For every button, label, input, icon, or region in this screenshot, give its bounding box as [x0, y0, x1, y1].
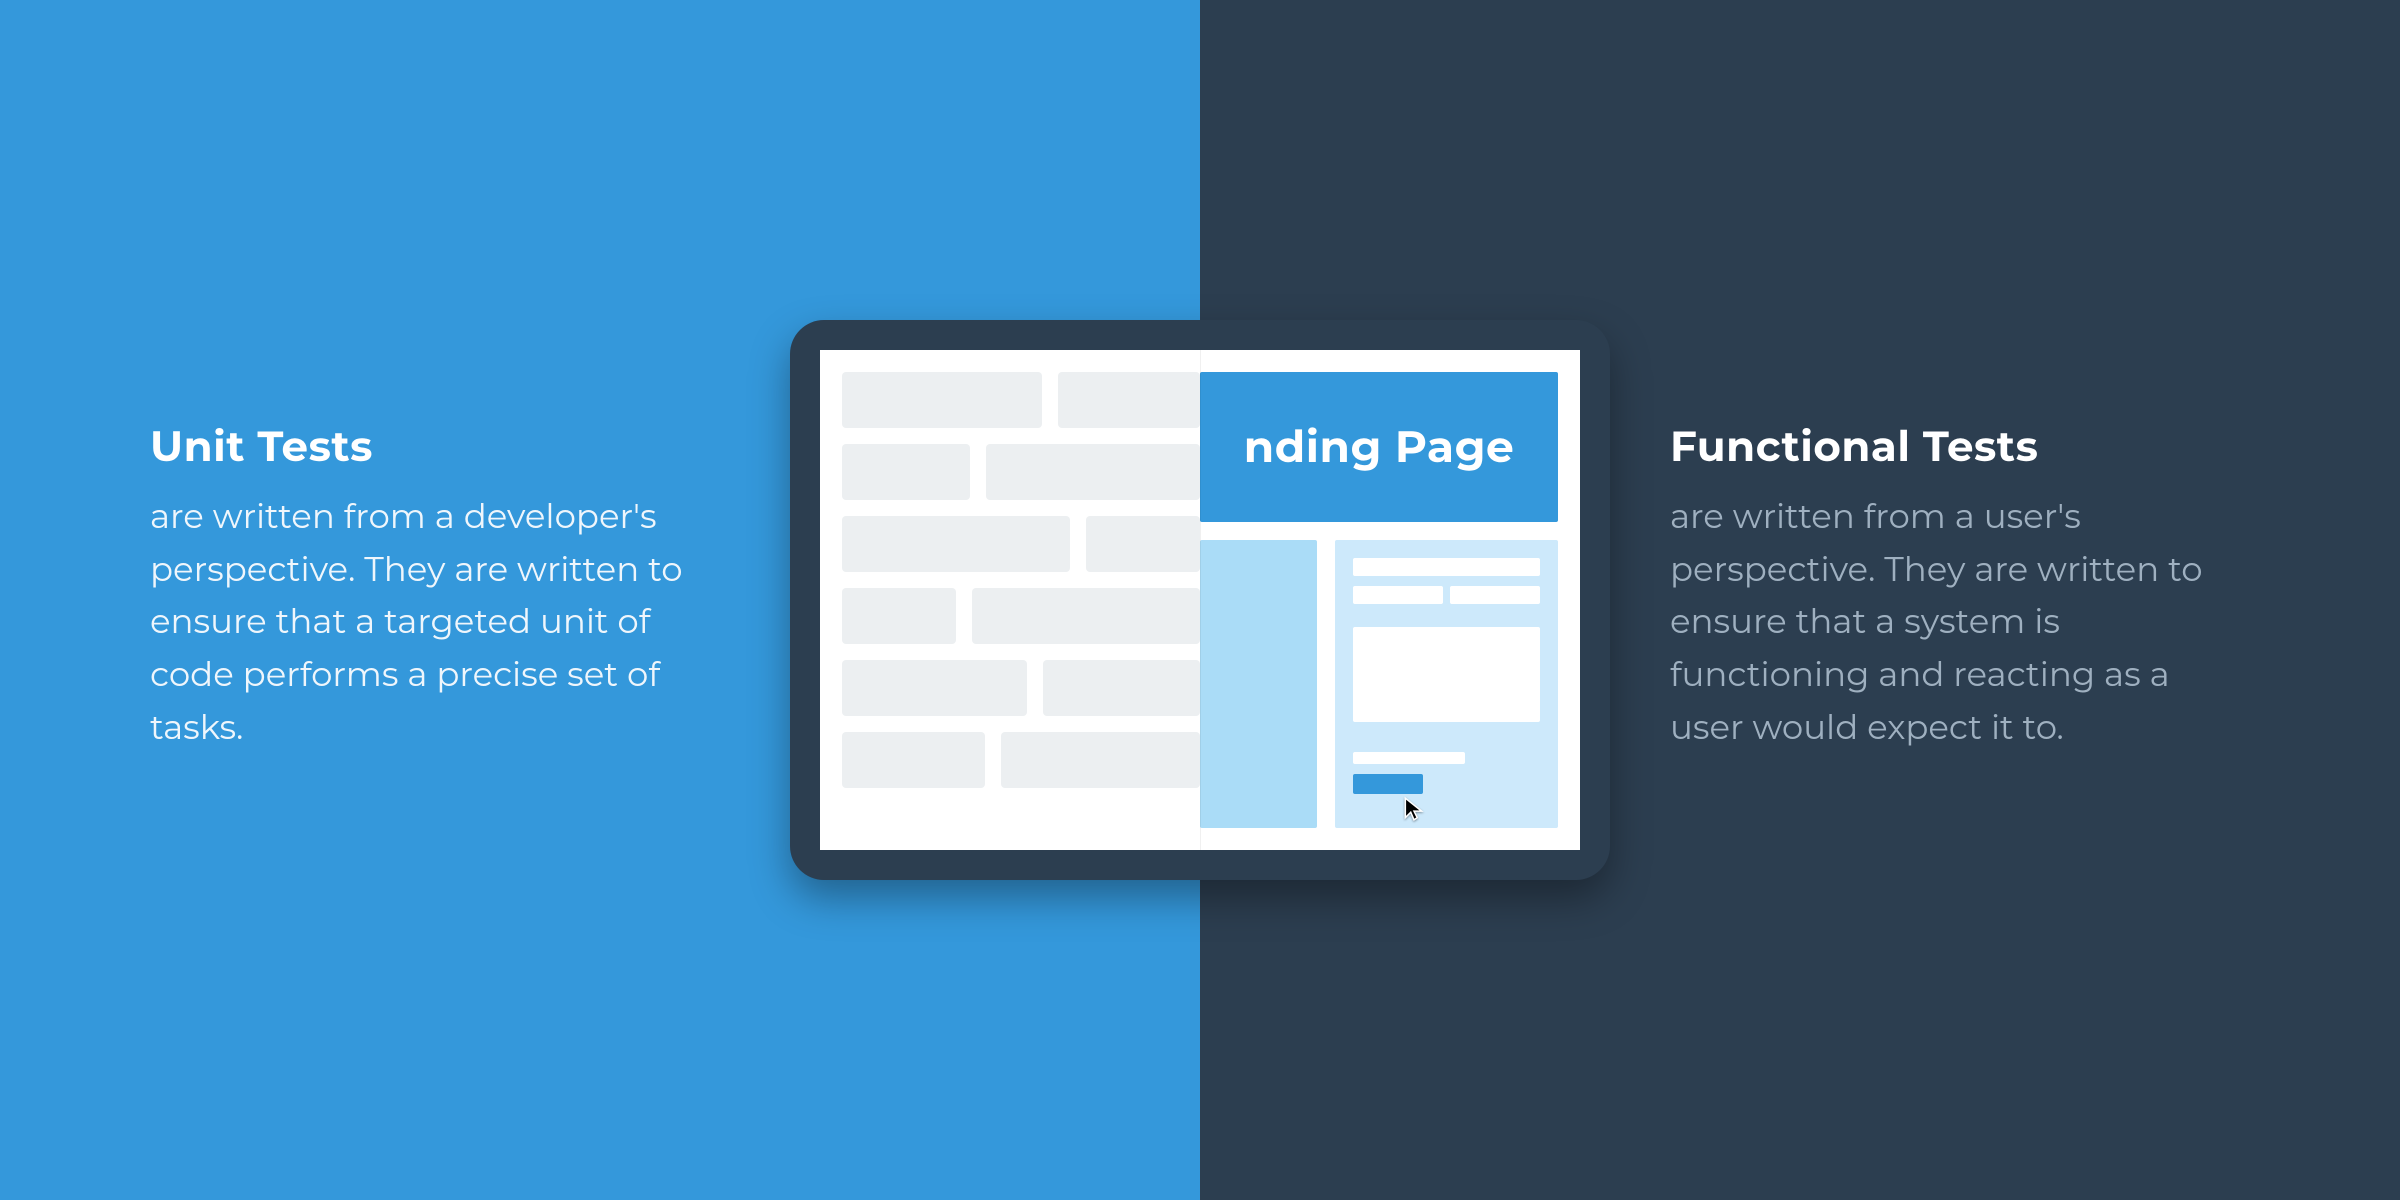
- wireframe-block: [842, 732, 985, 788]
- unit-tests-body: are written from a developer's perspecti…: [150, 490, 730, 753]
- hero-banner: nding Page: [1200, 372, 1558, 522]
- form-field: [1353, 558, 1540, 576]
- wireframe-block: [1043, 660, 1200, 716]
- form-field: [1450, 586, 1540, 604]
- wireframe-block: [842, 660, 1027, 716]
- diagram-stage: Unit Tests are written from a developer'…: [0, 0, 2400, 1200]
- wireframe-row: [842, 660, 1200, 716]
- unit-tests-title: Unit Tests: [150, 420, 730, 472]
- wireframe-block: [842, 588, 956, 644]
- wireframe-block: [986, 444, 1200, 500]
- form-field: [1353, 586, 1443, 604]
- wireframe-block: [1001, 732, 1201, 788]
- wireframe-row: [842, 444, 1200, 500]
- wireframe-block: [1058, 372, 1201, 428]
- hero-text: nding Page: [1244, 420, 1515, 474]
- wireframe-half: [842, 372, 1200, 828]
- wireframe-block: [1086, 516, 1200, 572]
- rendered-ui-half: nding Page: [1200, 372, 1558, 828]
- functional-tests-title: Functional Tests: [1670, 420, 2250, 472]
- wireframe-block: [842, 372, 1042, 428]
- wireframe-block: [842, 516, 1070, 572]
- wireframe-row: [842, 732, 1200, 788]
- unit-tests-column: Unit Tests are written from a developer'…: [150, 420, 730, 753]
- screen-split-line: [1200, 350, 1201, 850]
- tablet-screen: nding Page: [820, 350, 1580, 850]
- wireframe-row: [842, 372, 1200, 428]
- functional-tests-column: Functional Tests are written from a user…: [1670, 420, 2250, 753]
- content-columns: [1200, 540, 1558, 828]
- form-caption: [1353, 752, 1465, 764]
- wireframe-block: [842, 444, 970, 500]
- content-column-left: [1200, 540, 1317, 828]
- wireframe-block: [972, 588, 1200, 644]
- functional-tests-body: are written from a user's perspective. T…: [1670, 490, 2250, 753]
- form-panel: [1335, 540, 1558, 828]
- form-textarea: [1353, 627, 1540, 722]
- wireframe-row: [842, 588, 1200, 644]
- tablet-device: nding Page: [790, 320, 1610, 880]
- form-submit-button: [1353, 774, 1423, 794]
- cursor-icon: [1401, 796, 1427, 822]
- wireframe-row: [842, 516, 1200, 572]
